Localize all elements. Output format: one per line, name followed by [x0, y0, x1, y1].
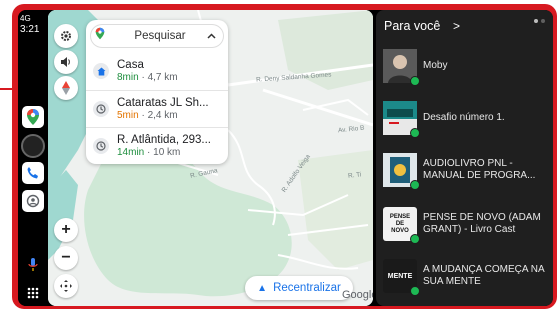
clock: 3:21 [20, 24, 40, 35]
signal-indicator: 4G [20, 14, 31, 23]
android-auto-screen: 4G 3:21 R. Deny Saldanha Gomes Av. Rio B… [18, 10, 553, 306]
status-area: 4G 3:21 [20, 13, 39, 35]
media-title: Moby [423, 60, 448, 71]
maps-pin-icon [95, 27, 113, 45]
chevron-right-icon[interactable]: > [453, 19, 460, 33]
recommendations-panel: Para você > Moby Desafio número 1. AUDIO… [376, 10, 553, 306]
media-thumbnail [383, 153, 420, 190]
microphone-icon[interactable] [22, 254, 44, 276]
google-attribution: Google [342, 289, 373, 301]
panel-title[interactable]: Para você [384, 19, 440, 33]
search-placeholder: Pesquisar [134, 30, 186, 42]
compass-icon [62, 81, 70, 95]
media-title: PENSE DE NOVO (ADAM GRANT) - Livro Cast [423, 212, 541, 235]
pan-button[interactable] [54, 274, 78, 298]
recenter-button[interactable]: ▲ Recentralizar [245, 276, 353, 300]
spotify-badge-icon [410, 180, 420, 190]
zoom-in-button[interactable]: + [54, 218, 78, 242]
destination-time: 5min [117, 109, 139, 121]
thumbnail-text: PENSE DE NOVO [389, 213, 411, 234]
maps-app-icon[interactable] [22, 106, 44, 128]
media-title: AUDIOLIVRO PNL - MANUAL DE PROGRA... [423, 158, 536, 181]
compass-button[interactable] [54, 76, 78, 100]
assistant-icon[interactable] [21, 134, 45, 158]
media-title: A MUDANÇA COMEÇA NA SUA MENTE [423, 264, 545, 287]
clock-icon [93, 137, 109, 154]
settings-button[interactable] [54, 24, 78, 48]
destination-item-recent[interactable]: Cataratas JL Sh... 5min · 2,4 km [86, 90, 228, 126]
destination-item-home[interactable]: Casa 8min · 4,7 km [86, 53, 228, 89]
screen-app-icon[interactable] [22, 190, 44, 212]
home-icon [93, 63, 109, 79]
gear-icon [61, 31, 71, 41]
volume-button[interactable] [54, 50, 78, 74]
clock-icon [93, 100, 109, 117]
street-label: R. Ti [347, 171, 362, 180]
destination-time: 8min [117, 72, 139, 83]
navigation-arrow-icon: ▲ [257, 282, 268, 294]
media-thumbnail [383, 49, 420, 86]
recenter-label: Recentralizar [273, 282, 341, 294]
zoom-out-button[interactable]: − [54, 246, 78, 270]
spotify-badge-icon [410, 286, 420, 296]
media-item[interactable]: MENTE A MUDANÇA COMEÇA NA SUA MENTE [383, 256, 551, 296]
media-thumbnail: MENTE [383, 259, 420, 296]
destination-card: Pesquisar Casa 8min · 4,7 km Cataratas J… [86, 20, 228, 164]
spotify-badge-icon [410, 76, 420, 86]
destination-name: Cataratas JL Sh... [117, 96, 209, 109]
app-launcher-icon[interactable] [22, 282, 44, 304]
volume-icon [61, 57, 70, 67]
media-item[interactable]: AUDIOLIVRO PNL - MANUAL DE PROGRA... [383, 150, 551, 190]
spotify-badge-icon [410, 128, 420, 138]
frame: 4G 3:21 R. Deny Saldanha Gomes Av. Rio B… [0, 0, 559, 312]
destination-distance: · 4,7 km [141, 72, 178, 83]
chevron-up-icon[interactable] [207, 31, 223, 42]
search-bar[interactable]: Pesquisar [91, 25, 223, 47]
media-item[interactable]: Desafio número 1. [383, 98, 551, 138]
destination-item-recent[interactable]: R. Atlântida, 293... 14min · 10 km [86, 127, 228, 163]
app-rail: 4G 3:21 [18, 10, 48, 306]
media-item[interactable]: PENSE DE NOVO PENSE DE NOVO (ADAM GRANT)… [383, 204, 551, 244]
map-view[interactable]: R. Deny Saldanha Gomes Av. Rio B R. Adol… [48, 10, 373, 306]
media-thumbnail [383, 101, 420, 138]
page-indicator [534, 19, 545, 23]
spotify-badge-icon [410, 234, 420, 244]
destination-name: Casa [117, 59, 144, 71]
thumbnail-text: MENTE [387, 272, 413, 280]
media-item[interactable]: Moby [383, 46, 551, 86]
media-title: Desafio número 1. [423, 112, 505, 123]
pan-arrows-icon [60, 280, 72, 292]
phone-app-icon[interactable] [22, 162, 44, 184]
destination-distance: · 2,4 km [141, 109, 178, 121]
destination-distance: · 10 km [147, 146, 181, 158]
destination-name: R. Atlântida, 293... [117, 133, 211, 146]
media-thumbnail: PENSE DE NOVO [383, 207, 420, 244]
destination-time: 14min [117, 146, 145, 158]
